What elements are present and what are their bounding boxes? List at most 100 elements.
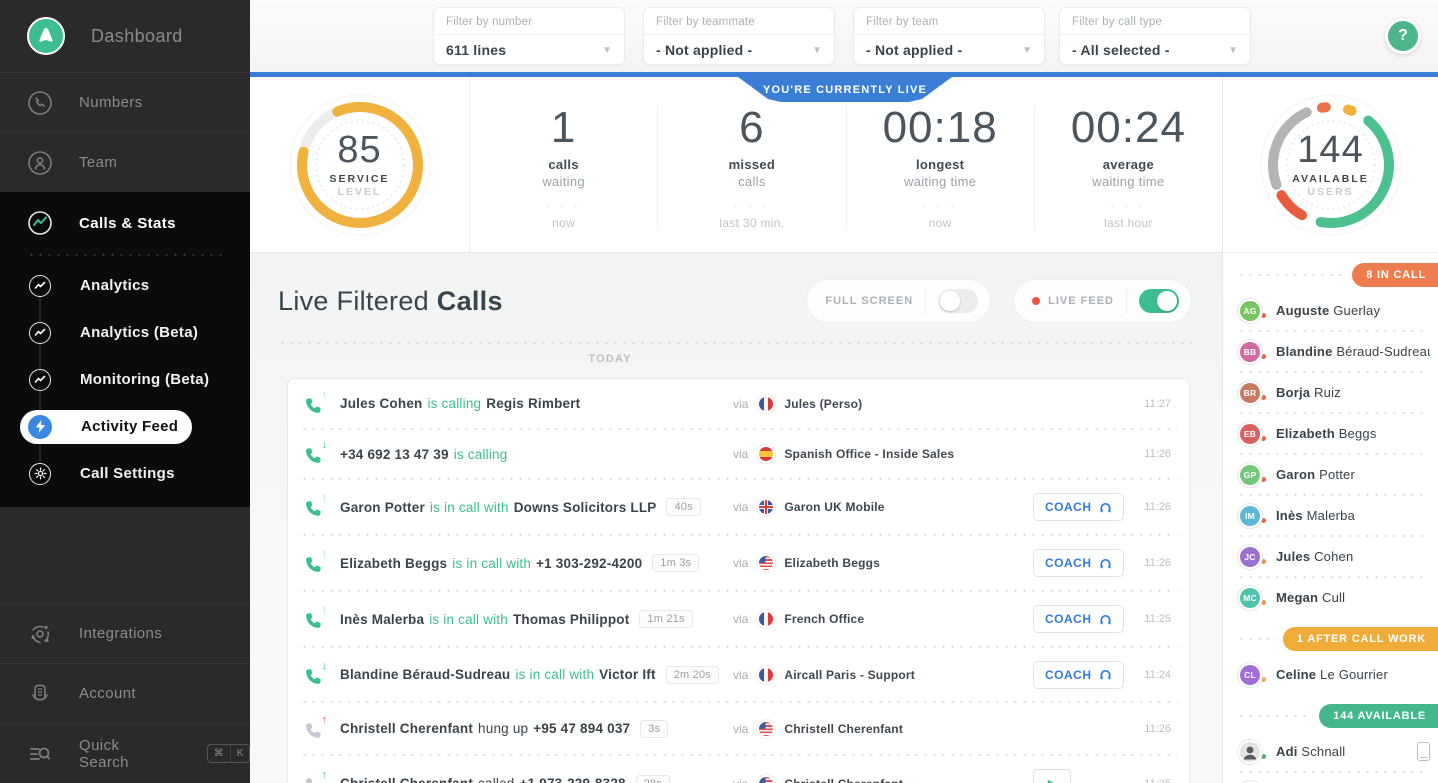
call-incoming-icon: ↓ [304,440,327,465]
call-verb: hung up [478,721,529,736]
sidebar-item-calls-stats[interactable]: Calls & Stats [0,192,250,254]
live-stats-row: 85 SERVICE LEVEL 1 calls waiting . . . n… [250,77,1222,253]
avatar: JC [1237,543,1263,570]
page-title: Live Filtered Calls [278,285,503,316]
call-actor: Elizabeth Beggs [340,555,448,571]
call-actor: +34 692 13 47 39 [340,446,449,462]
call-row[interactable]: ↑ Garon Potter is in call with Downs Sol… [288,480,1189,534]
team-member-name: Borja Ruiz [1276,385,1341,400]
sidebar-subitem-analytics[interactable]: Analytics [0,262,250,309]
call-incoming-icon: ↓ [304,660,327,686]
sidebar-item-integrations[interactable]: Integrations [0,603,250,663]
sidebar-subitem-monitoring-beta[interactable]: Monitoring (Beta) [0,356,250,403]
team-member-row[interactable]: Adi Schnall [1223,732,1438,771]
call-line-name: Elizabeth Beggs [784,556,881,570]
call-line-name: Christell Cherenfant [784,721,904,736]
avatar: IM [1237,502,1263,529]
metric-calls-waiting: 1 calls waiting . . . now [470,104,657,230]
call-actor: Christell Cherenfant [340,776,473,783]
available-users-value: 144 [1297,129,1364,171]
coach-button[interactable]: COACH [1033,605,1124,633]
section-dots [1237,638,1277,640]
analytics-icon [29,321,51,344]
chevron-down-icon: ▼ [1228,44,1238,56]
livefeed-toggle[interactable]: LIVE FEED [1013,279,1192,323]
fullscreen-toggle[interactable]: FULL SCREEN [806,279,992,323]
team-member-row[interactable]: CL Celine Le Gourrier [1223,655,1438,694]
call-time: 11:25 [1144,613,1171,625]
call-time: 11:26 [1144,557,1171,569]
team-member-row[interactable]: BR Borja Ruiz [1223,373,1438,412]
call-row[interactable]: ↓ +34 692 13 47 39 is calling via Spanis… [288,430,1189,478]
filter-dropdown-2[interactable]: Filter by team - Not applied - ▼ [853,7,1045,65]
team-member-row[interactable]: JC Jules Cohen [1223,537,1438,576]
sidebar-subitem-analytics-beta[interactable]: Analytics (Beta) [0,309,250,356]
filter-label: Filter by call type [1060,8,1250,35]
status-badge: 8 IN CALL [1352,263,1438,287]
call-via: via Christell Cherenfant [733,719,1033,738]
help-button[interactable]: ? [1385,18,1421,54]
team-member-row[interactable]: IM Inès Malerba [1223,496,1438,535]
sidebar-item-team[interactable]: Team [0,132,250,192]
sidebar-subitem-activity-feed[interactable]: Activity Feed [0,403,250,450]
call-time: 11:26 [1144,722,1171,735]
livefeed-label: LIVE FEED [1048,295,1114,307]
via-label: via [733,396,749,411]
team-member-row[interactable]: BB Blandine Béraud-Sudreau [1223,332,1438,371]
filter-dropdown-0[interactable]: Filter by number 611 lines ▼ [433,7,625,65]
call-via: via Aircall Paris - Support [733,665,1033,684]
metric-value: 00:24 [1070,103,1186,152]
sidebar-subitem-call-settings[interactable]: Call Settings [0,450,250,497]
call-outgoing-icon: ↑ [304,389,327,415]
call-duration-badge: 28s [635,774,671,783]
metric-sublabel: calls [738,174,766,190]
sidebar-subitem-label: Call Settings [80,465,175,482]
call-via: via Elizabeth Beggs [733,554,1033,572]
metric-sublabel: waiting time [904,174,977,190]
team-member-row[interactable]: EB Elizabeth Beggs [1223,414,1438,453]
sidebar-logo-row[interactable]: Dashboard [0,0,250,72]
call-time: 11:25 [1129,778,1171,783]
live-banner-text: YOU'RE CURRENTLY LIVE [762,83,928,96]
call-actor: Garon Potter [340,499,425,515]
coach-button[interactable]: COACH [1033,660,1124,689]
sidebar-item-account[interactable]: Account [0,663,250,723]
filter-value: - All selected - [1072,42,1170,58]
flag-us-icon [757,554,776,572]
filter-dropdown-1[interactable]: Filter by teammate - Not applied - ▼ [643,7,835,65]
sidebar-item-label: Calls & Stats [79,214,176,232]
call-target: Thomas Philippot [512,611,630,627]
team-list[interactable]: 8 IN CALL AG Auguste Guerlay BB Blandine… [1223,253,1438,783]
avatar: BR [1237,379,1263,406]
call-description: Garon Potter is in call with Downs Solic… [340,498,733,516]
call-row[interactable]: ↑ Inès Malerba is in call with Thomas Ph… [288,592,1189,646]
call-duration-badge: 3s [640,719,669,738]
filter-dropdown-3[interactable]: Filter by call type - All selected - ▼ [1059,7,1251,65]
call-row[interactable]: ↑ Elizabeth Beggs is in call with +1 303… [288,536,1189,590]
livefeed-switch[interactable] [1139,289,1179,313]
metric-longest-waiting-time: 00:18 longest waiting time . . . now [845,104,1034,230]
team-member-row[interactable]: Adrien Bordet [1223,773,1438,783]
call-row[interactable]: ↑ Jules Cohen is calling Regis Rimbert v… [288,379,1189,428]
team-member-row[interactable]: MC Megan Cull [1223,578,1438,617]
sidebar-item-quick-search[interactable]: Quick Search ⌘ K [0,723,250,783]
coach-button[interactable]: COACH [1033,493,1124,521]
call-row[interactable]: ↓ Blandine Béraud-Sudreau is in call wit… [288,648,1189,701]
avatar: AG [1237,297,1263,324]
chevron-down-icon: ▼ [602,44,612,56]
sidebar-item-label: Numbers [79,94,143,111]
sidebar: Dashboard Numbers Team Calls & Stats Ana… [0,0,250,783]
fullscreen-switch[interactable] [938,289,979,313]
sidebar-item-numbers[interactable]: Numbers [0,72,250,132]
call-row[interactable]: ↑ Christell Cherenfant called +1 973-229… [288,756,1189,783]
call-verb: called [478,776,514,783]
call-row[interactable]: ↑ Christell Cherenfant hung up +95 47 89… [288,703,1189,754]
play-recording-button[interactable]: ▶ [1033,769,1071,783]
filter-value: 611 lines [446,42,507,58]
chevron-down-icon: ▼ [1022,44,1032,56]
call-description: Inès Malerba is in call with Thomas Phil… [340,610,733,628]
team-member-row[interactable]: GP Garon Potter [1223,455,1438,494]
team-member-row[interactable]: AG Auguste Guerlay [1223,291,1438,330]
metric-label: longest [915,157,965,173]
coach-button[interactable]: COACH [1033,549,1124,577]
